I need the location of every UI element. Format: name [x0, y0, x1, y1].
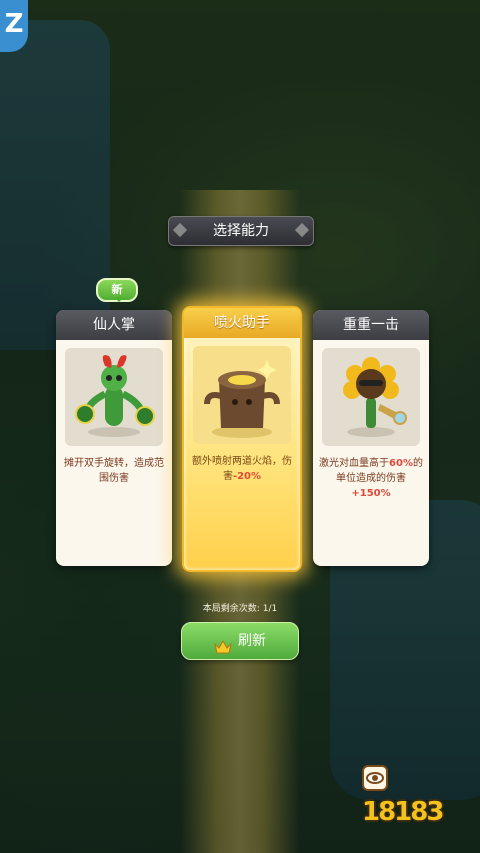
watermark-text: 18183	[362, 797, 444, 827]
desc-text: 摊开双手旋转，造成范围伤害	[64, 458, 164, 484]
corner-z-icon[interactable]: Z	[0, 0, 28, 52]
remaining-value: 1/1	[262, 604, 278, 614]
desc-highlight: 60%	[389, 458, 413, 469]
remaining-label: 本局剩余次数:	[202, 604, 260, 614]
refresh-button[interactable]: 刷新	[181, 622, 299, 660]
card-title: 喷火助手	[184, 308, 300, 338]
desc-text: 激光对血量高于	[319, 458, 390, 469]
remaining-count: 本局剩余次数: 1/1	[190, 601, 290, 614]
right-diamond-icon	[294, 222, 310, 238]
ability-card-cactus[interactable]: 仙人掌 摊开双手旋转，造成范围伤害	[56, 310, 172, 566]
ability-card-heavy-strike[interactable]: 重重一击 激光对血量高于60%的单位造成的伤害+150%	[313, 310, 429, 566]
choose-ability-title: 选择能力	[168, 216, 314, 246]
desc-highlight-2: +150%	[351, 488, 391, 499]
page-title: 选择能力	[213, 223, 269, 239]
eye-logo-icon	[362, 765, 388, 791]
site-watermark: 18183	[362, 763, 462, 827]
new-badge: 新	[96, 278, 138, 302]
card-description: 激光对血量高于60%的单位造成的伤害+150%	[319, 456, 423, 501]
ability-card-flame-helper[interactable]: 喷火助手 额外喷射两道火焰，伤害-20%	[182, 306, 302, 572]
tree-stump-character-icon	[193, 346, 291, 444]
card-title: 重重一击	[313, 310, 429, 340]
left-diamond-icon	[172, 222, 188, 238]
card-description: 摊开双手旋转，造成范围伤害	[62, 456, 166, 486]
crown-icon	[214, 632, 232, 654]
card-description: 额外喷射两道火焰，伤害-20%	[190, 454, 294, 484]
card-title: 仙人掌	[56, 310, 172, 340]
cactus-character-icon	[65, 348, 163, 446]
desc-highlight: -20%	[232, 471, 262, 482]
refresh-label: 刷新	[238, 633, 266, 649]
sunflower-character-icon	[322, 348, 420, 446]
